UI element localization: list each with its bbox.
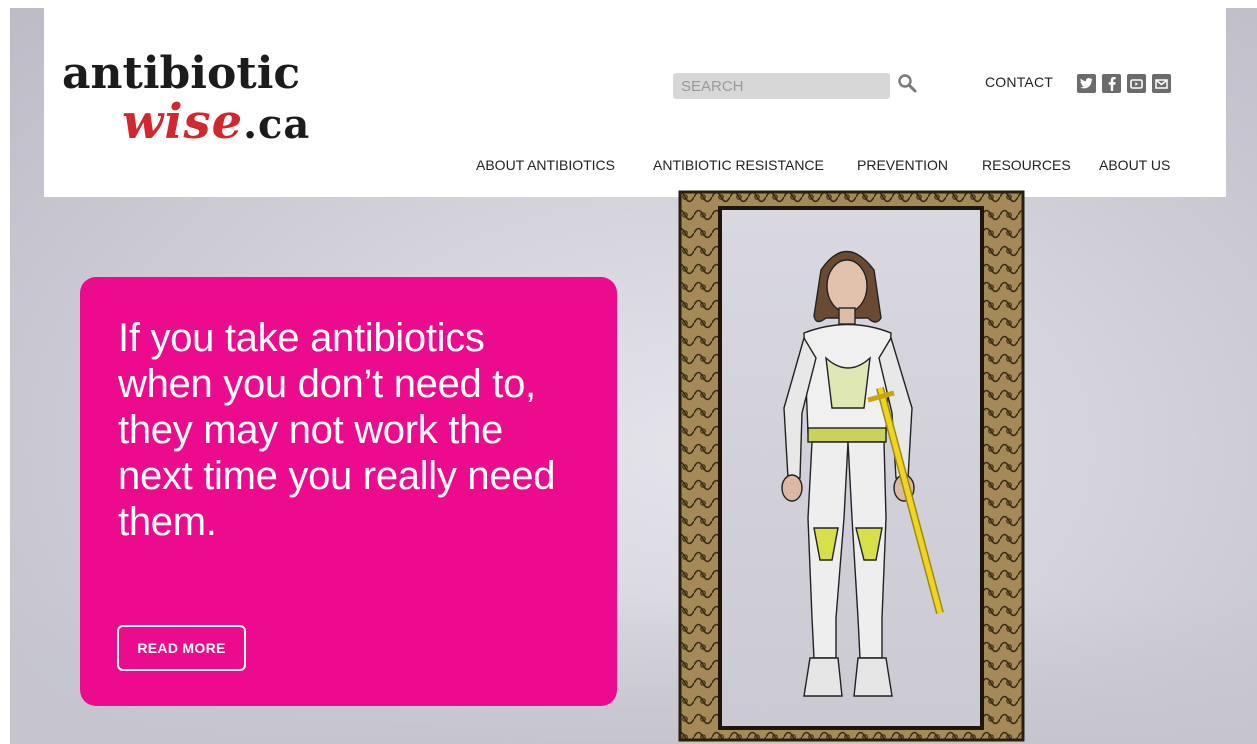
nav-about-antibiotics[interactable]: ABOUT ANTIBIOTICS xyxy=(476,157,615,173)
nav-antibiotic-resistance[interactable]: ANTIBIOTIC RESISTANCE xyxy=(653,157,824,173)
nav-about-us[interactable]: ABOUT US xyxy=(1099,157,1170,173)
nav-resources[interactable]: RESOURCES xyxy=(982,157,1071,173)
facebook-icon[interactable] xyxy=(1102,74,1121,93)
logo-line2: wise.ca xyxy=(122,94,310,150)
page: antibiotic wise.ca CONTACT xyxy=(0,0,1257,744)
hero-illustration xyxy=(678,190,1025,742)
search-icon[interactable] xyxy=(897,73,919,95)
logo-line1: antibiotic xyxy=(62,48,301,99)
social-links xyxy=(1077,74,1171,94)
hero-card: If you take antibiotics when you don’t n… xyxy=(80,277,617,706)
site-logo[interactable]: antibiotic wise.ca xyxy=(62,48,402,168)
search-input[interactable] xyxy=(673,73,890,99)
read-more-button[interactable]: READ MORE xyxy=(117,625,246,671)
nav-prevention[interactable]: PREVENTION xyxy=(857,157,948,173)
contact-link[interactable]: CONTACT xyxy=(985,74,1053,90)
hero-headline: If you take antibiotics when you don’t n… xyxy=(118,316,556,544)
logo-suffix: .ca xyxy=(243,101,311,148)
logo-wise: wise xyxy=(122,94,244,150)
site-header: antibiotic wise.ca CONTACT xyxy=(44,8,1226,197)
search-bar xyxy=(673,73,923,101)
youtube-icon[interactable] xyxy=(1127,74,1146,93)
twitter-icon[interactable] xyxy=(1077,74,1096,93)
email-icon[interactable] xyxy=(1152,74,1171,93)
